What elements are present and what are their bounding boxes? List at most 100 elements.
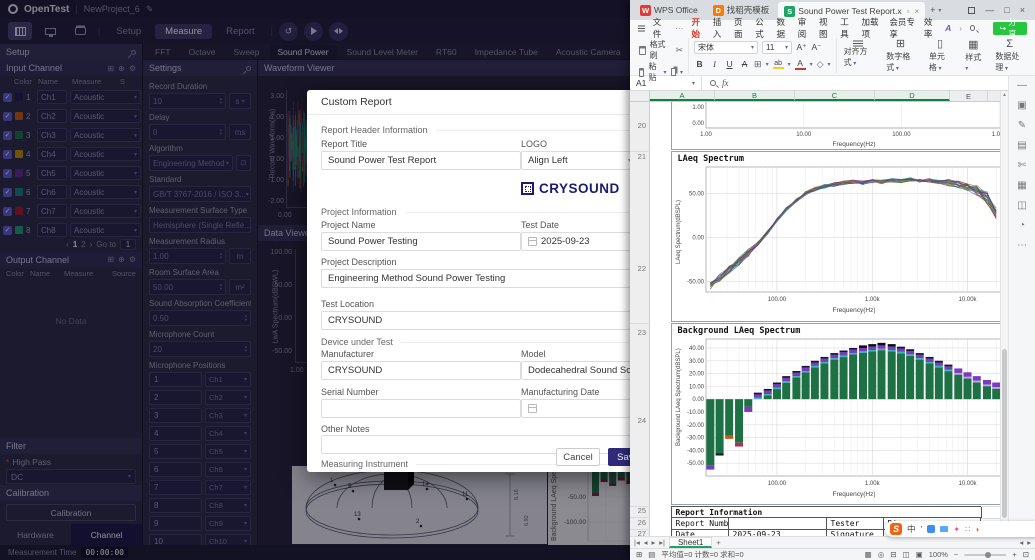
skin-icon[interactable]: ✦ [953, 525, 960, 534]
styles-group[interactable]: ▦样式 ▾ [958, 38, 988, 73]
column-header-E[interactable]: E [950, 91, 988, 101]
row-header-23[interactable]: 23 [630, 328, 646, 337]
cut-icon[interactable]: ✄ [1018, 160, 1026, 171]
maximize-icon[interactable]: □ [1004, 5, 1009, 15]
column-header-B[interactable]: B [715, 91, 795, 101]
zoom-in-button[interactable]: + [1012, 550, 1016, 559]
tab-pin-icon[interactable]: ▫ [907, 7, 910, 16]
font-name-select[interactable]: 宋体▾ [694, 41, 758, 54]
tab-close-icon[interactable]: × [914, 7, 919, 16]
project-description-input[interactable] [321, 269, 638, 288]
column-header-A[interactable]: A [650, 91, 715, 101]
keyboard-icon[interactable] [940, 526, 948, 532]
macro-record-icon[interactable]: ⊞ [636, 550, 642, 559]
layout-icon[interactable]: ◫ [1017, 200, 1026, 211]
shrink-font-button[interactable]: A⁻ [811, 42, 822, 53]
grow-font-button[interactable]: A⁺ [796, 42, 807, 53]
page-layout-icon[interactable]: ◫ [903, 550, 910, 559]
add-sheet-button[interactable]: + [716, 538, 720, 547]
serial-number-input[interactable] [321, 399, 521, 418]
zoom-out-button[interactable]: − [954, 550, 958, 559]
first-sheet-icon[interactable]: |◂ [634, 538, 640, 547]
number-format-group[interactable]: ⊞数字格式 ▾ [879, 38, 922, 73]
chart-background-laeq[interactable]: Background LAeq Spectrum40.0030.0020.001… [671, 323, 1009, 505]
vertical-scrollbar[interactable]: ▲ ▼ [1000, 91, 1008, 536]
zoom-slider[interactable] [964, 554, 1006, 556]
punctuation-icon[interactable]: ’ [921, 524, 923, 534]
mic-icon[interactable] [927, 525, 935, 533]
menu-开始[interactable]: 开始 [692, 16, 705, 40]
row-header-24[interactable]: 24 [630, 416, 646, 425]
select-icon[interactable]: ▣ [1017, 100, 1026, 111]
data-processing-group[interactable]: Σ数据处理 ▾ [988, 38, 1031, 73]
menu-视图[interactable]: 视图 [819, 16, 832, 40]
cells-group[interactable]: ▯单元格 ▾ [922, 38, 958, 73]
font-u-button[interactable]: U [724, 59, 735, 69]
menu-工具[interactable]: 工具 [840, 16, 853, 40]
hscroll-right-icon[interactable]: ▸ [1027, 538, 1031, 547]
project-name-input[interactable] [321, 232, 521, 251]
eraser-icon[interactable]: ◇ [817, 59, 824, 70]
search-icon[interactable] [970, 25, 975, 31]
row-header-25[interactable]: 25 [630, 506, 646, 515]
cursor-icon[interactable]: ◗ [975, 525, 980, 534]
wps-ai-icon[interactable]: A [945, 23, 951, 33]
menu-加载项[interactable]: 加载项 [862, 16, 882, 40]
share-button[interactable]: ↪分享 [993, 22, 1027, 35]
normal-view-icon[interactable]: ⊟ [890, 550, 896, 559]
column-header-C[interactable]: C [795, 91, 875, 101]
format-painter-button[interactable]: 格式刷 [650, 39, 672, 61]
new-tab-button[interactable]: + [930, 5, 935, 15]
chart-laeq-spectrum[interactable]: LAeq Spectrum50.000.00-50.00100.001.00k1… [671, 151, 1009, 322]
scrollbar-thumb[interactable] [1002, 349, 1007, 518]
copy-icon[interactable] [671, 68, 676, 76]
menu-页面[interactable]: 页面 [734, 16, 747, 40]
next-sheet-icon[interactable]: ▸ [651, 538, 655, 547]
prev-sheet-icon[interactable]: ◂ [644, 538, 648, 547]
menu-效率[interactable]: 效率 [924, 16, 937, 40]
row-header-27[interactable]: 27 [630, 529, 646, 536]
font-i-button[interactable]: I [709, 59, 720, 69]
borders-icon[interactable]: ⊞ [754, 59, 762, 70]
name-box[interactable]: A1▾ [630, 76, 702, 90]
menu-会员专享[interactable]: 会员专享 [889, 16, 915, 40]
row-header-22[interactable]: 22 [630, 264, 646, 273]
restore-icon[interactable] [968, 7, 975, 14]
menu-数据[interactable]: 数据 [777, 16, 790, 40]
menu-审阅[interactable]: 审阅 [798, 16, 811, 40]
collapse-icon[interactable]: — [1017, 80, 1027, 91]
table-cell[interactable]: Tester [827, 518, 884, 529]
hscroll-left-icon[interactable]: ◂ [1019, 538, 1023, 547]
fullscreen-icon[interactable]: ⊡ [1023, 550, 1029, 559]
manufacturing-date-input[interactable] [521, 399, 638, 418]
table-cell[interactable] [729, 518, 827, 529]
ime-language-mode[interactable]: 中 [907, 523, 916, 535]
menu-公式[interactable]: 公式 [755, 16, 768, 40]
test-location-input[interactable] [321, 311, 638, 330]
manufacturer-input[interactable] [321, 361, 521, 380]
cancel-button[interactable]: Cancel [556, 448, 600, 466]
cut-icon[interactable]: ✂ [675, 45, 683, 56]
highlight-color-button[interactable]: ab [773, 60, 784, 69]
row-header-26[interactable]: 26 [630, 518, 646, 527]
page-break-icon[interactable]: ▣ [916, 550, 923, 559]
sogou-logo-icon[interactable]: S [890, 523, 902, 535]
edit-icon[interactable]: ✎ [1018, 120, 1026, 131]
selection-mode-icon[interactable]: ▤ [648, 550, 655, 559]
toolbox-icon[interactable]: ∷ [965, 525, 970, 534]
font-color-button[interactable]: A [795, 58, 806, 70]
alignment-group[interactable]: 对齐方式 ▾ [837, 38, 880, 73]
model-input[interactable] [521, 361, 638, 380]
spreadsheet[interactable]: ABCDE 202122232425262728 1.0010.00100.00… [630, 91, 1008, 536]
table-cell[interactable]: Report Number [672, 518, 729, 529]
column-header-D[interactable]: D [875, 91, 950, 101]
scroll-up-arrow[interactable]: ▲ [1001, 92, 1008, 98]
tab-list-chevron-icon[interactable]: ▾ [938, 7, 941, 14]
grid-view-icon[interactable]: ▦ [865, 550, 872, 559]
test-date-input[interactable]: 2025-09-23 [521, 232, 638, 251]
menu-file[interactable]: 文件 [653, 16, 667, 40]
help-icon[interactable]: ◔ [1019, 220, 1025, 231]
fx-icon[interactable]: fx [722, 78, 729, 88]
zoom-level[interactable]: 100% [929, 550, 948, 559]
menu-more[interactable]: ⋯ [675, 23, 684, 34]
